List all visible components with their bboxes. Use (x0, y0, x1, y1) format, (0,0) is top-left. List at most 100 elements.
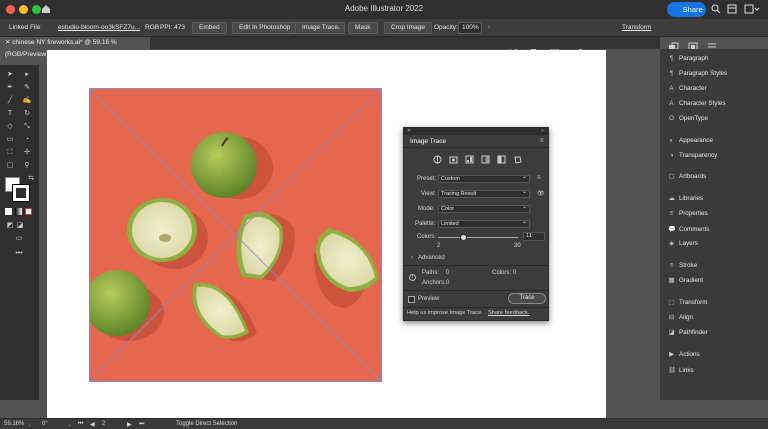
arrange-documents-icon[interactable] (727, 4, 737, 14)
preset-menu-icon[interactable]: ≡ (537, 175, 541, 181)
view-dropdown[interactable]: Tracing Result (438, 189, 530, 198)
panel-paragraph[interactable]: ¶ Paragraph (668, 55, 709, 62)
rectangle-tool-icon[interactable]: ▭ (5, 136, 15, 144)
embed-button[interactable]: Embed (192, 22, 227, 34)
zoom-dropdown-icon[interactable]: ⌄ (27, 421, 32, 428)
panel-label-paragraph-styles: Paragraph Styles (679, 70, 728, 77)
zoom-level[interactable]: 59.16% (4, 421, 24, 427)
palette-dropdown[interactable]: Limited (438, 219, 530, 228)
share-icon: 👤 (670, 5, 680, 14)
panel-libraries[interactable]: ☁ Libraries (668, 195, 703, 202)
panel-label-comments: Comments (679, 225, 710, 233)
rotation-value[interactable]: 0° (42, 421, 48, 427)
colors-slider-thumb[interactable] (460, 234, 468, 241)
edit-in-photoshop-button[interactable]: Edit In Photoshop (232, 22, 298, 34)
gradient-mode-icon[interactable] (15, 208, 22, 215)
panel-grip[interactable] (404, 128, 548, 135)
panel-transform[interactable]: ⬚ Transform (668, 299, 708, 306)
artboard-tool-icon[interactable]: ▢ (5, 162, 15, 170)
swap-fill-stroke-icon[interactable]: ⇆ (26, 175, 36, 183)
first-artboard-icon[interactable]: ⏮ (78, 421, 83, 428)
panel-comments[interactable]: 💬 Comments (668, 225, 710, 234)
transform-link[interactable]: Transform (622, 22, 651, 34)
trace-button[interactable]: Trace (508, 293, 546, 304)
colors-slider-track[interactable] (438, 237, 518, 238)
paintbrush-tool-icon[interactable]: ✍ (22, 97, 32, 105)
panel-label-properties: Properties (679, 210, 708, 217)
screen-mode-icon[interactable]: ▭ (14, 235, 24, 243)
share-feedback-link[interactable]: Share feedback. (488, 310, 529, 316)
shape-builder-tool-icon[interactable]: ◔ (22, 136, 32, 144)
next-artboard-icon[interactable]: ▶ (127, 421, 132, 428)
placed-image[interactable] (89, 88, 382, 382)
pen-tool-icon[interactable]: ✒ (5, 84, 15, 92)
direct-selection-tool-icon[interactable]: ▸ (22, 71, 32, 79)
panel-actions[interactable]: ▶ Actions (668, 351, 700, 358)
opacity-input[interactable]: 100% (458, 22, 482, 34)
low-color-preset-icon[interactable] (465, 155, 474, 164)
close-panel-icon[interactable]: ✕ (407, 128, 411, 134)
panel-appearance[interactable]: ◐ Appearance (668, 137, 713, 144)
artboard-number[interactable]: 2 (102, 421, 105, 427)
collapse-panel-icon[interactable]: » (541, 128, 544, 134)
eraser-tool-icon[interactable]: ◇ (5, 123, 15, 131)
panel-opentype[interactable]: O OpenType (668, 115, 708, 122)
previous-artboard-icon[interactable]: ◀ (90, 421, 95, 428)
curvature-tool-icon[interactable]: ✎ (22, 84, 32, 92)
colors-stat-label: Colors: (492, 270, 512, 276)
panel-pathfinder[interactable]: ◪ Pathfinder (668, 329, 708, 336)
zoom-tool-icon[interactable]: ⚲ (22, 162, 32, 170)
image-trace-dropdown-icon[interactable]: ⌄ (336, 22, 341, 34)
scale-tool-icon[interactable]: ⤡ (22, 123, 32, 131)
grayscale-preset-icon[interactable] (481, 155, 490, 164)
paths-label: Paths: (422, 270, 440, 276)
color-mode-icon[interactable] (5, 208, 12, 215)
panel-align[interactable]: ⊟ Align (668, 314, 693, 321)
preset-dropdown[interactable]: Custom (438, 174, 530, 183)
panel-stroke[interactable]: ≡ Stroke (668, 262, 698, 269)
more-tools-icon[interactable]: ••• (14, 250, 24, 258)
panel-menu-icon[interactable]: ≡ (540, 138, 544, 144)
draw-inside-icon[interactable]: ◪ (15, 222, 25, 230)
preview-checkbox[interactable] (408, 296, 415, 303)
panel-properties[interactable]: ≡ Properties (668, 210, 708, 217)
free-transform-tool-icon[interactable]: ⛶ (5, 149, 15, 157)
advanced-toggle[interactable]: Advanced (418, 255, 445, 261)
stroke-icon: ≡ (669, 262, 674, 269)
workspace-switcher-icon[interactable] (744, 4, 760, 14)
none-mode-icon[interactable] (25, 208, 32, 215)
panel-links[interactable]: ⛓ Links (668, 366, 694, 375)
panel-artboards[interactable]: ▢ Artboards (668, 173, 707, 180)
view-eye-icon[interactable]: 👁 (537, 190, 545, 197)
panel-paragraph-styles[interactable]: ¶ Paragraph Styles (668, 70, 728, 77)
draw-mode-icon[interactable]: ◩ (5, 222, 15, 230)
puppet-warp-tool-icon[interactable]: ✢ (22, 149, 32, 157)
mode-dropdown[interactable]: Color (438, 204, 530, 213)
black-and-white-preset-icon[interactable] (497, 155, 506, 164)
mask-button[interactable]: Mask (348, 22, 378, 34)
auto-color-preset-icon[interactable] (433, 155, 442, 164)
panel-transparency[interactable]: ◑ Transparency (668, 152, 718, 159)
high-color-preset-icon[interactable] (449, 155, 458, 164)
outline-preset-icon[interactable] (513, 155, 522, 164)
panel-layers[interactable]: ◈ Layers (668, 240, 698, 247)
rotation-dropdown-icon[interactable]: ⌄ (67, 421, 72, 428)
panel-gradient[interactable]: ▦ Gradient (668, 277, 704, 284)
linked-file-link[interactable]: Linked File (9, 22, 40, 34)
crop-image-button[interactable]: Crop Image (384, 22, 432, 34)
share-button[interactable]: 👤 Share (667, 2, 706, 17)
advanced-toggle-icon[interactable]: › (411, 255, 413, 261)
linked-filename[interactable]: estudio-bloom-oo3kSFZ7u... (58, 22, 140, 34)
colors-input[interactable]: 11 (523, 232, 545, 241)
panel-character-styles[interactable]: A Character Styles (668, 100, 725, 107)
panel-character[interactable]: A Character (668, 85, 706, 92)
document-tab[interactable]: ✕ chinese NY fireworks.ai* @ 59.16 % (RG… (0, 37, 150, 58)
selection-tool-icon[interactable]: ➤ (5, 71, 15, 79)
stroke-swatch[interactable] (12, 184, 30, 202)
rotate-tool-icon[interactable]: ↻ (22, 110, 32, 118)
type-tool-icon[interactable]: T (5, 110, 15, 118)
line-tool-icon[interactable]: ╱ (5, 97, 15, 105)
search-icon[interactable] (711, 4, 721, 14)
last-artboard-icon[interactable]: ⏭ (139, 421, 144, 428)
opacity-stepper-icon[interactable]: › (488, 22, 490, 34)
